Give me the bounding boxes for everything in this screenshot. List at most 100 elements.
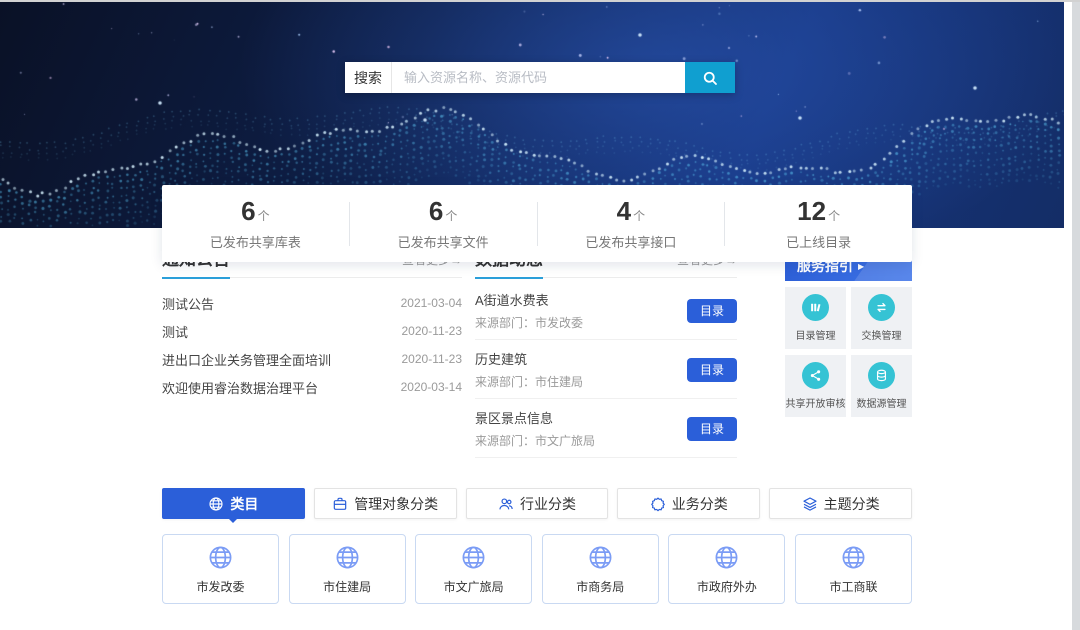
service-guide-grid: 目录管理 交换管理 共享开放审核 (785, 287, 912, 417)
catalog-button[interactable]: 目录 (687, 358, 737, 382)
globe-icon (460, 544, 487, 571)
service-label: 共享开放审核 (786, 395, 846, 410)
window-top-border (0, 0, 1080, 2)
globe-icon (207, 544, 234, 571)
globe-icon (713, 544, 740, 571)
notice-date: 2020-11-23 (402, 324, 463, 338)
dept-label: 市商务局 (576, 578, 624, 595)
dept-card-wenguanglvju[interactable]: 市文广旅局 (415, 534, 532, 604)
dept-label: 市政府外办 (697, 578, 757, 595)
stat-shared-tables: 6个 已发布共享库表 (162, 185, 349, 262)
stats-summary-card: 6个 已发布共享库表 6个 已发布共享文件 4个 已发布共享接口 12个 已上线… (162, 185, 912, 262)
tab-label: 主题分类 (824, 494, 880, 514)
update-title: 景区景点信息 (475, 408, 595, 427)
stat-value: 6 (241, 196, 255, 227)
tab-business[interactable]: 业务分类 (617, 488, 760, 519)
tab-label: 行业分类 (520, 494, 576, 514)
search-button[interactable] (685, 62, 735, 93)
stat-label: 已发布共享文件 (398, 232, 489, 251)
catalog-button[interactable]: 目录 (687, 417, 737, 441)
layers-icon (802, 496, 818, 512)
stat-shared-apis: 4个 已发布共享接口 (538, 185, 725, 262)
swap-arrows-icon (868, 294, 895, 321)
list-item[interactable]: 进出口企业关务管理全面培训 2020-11-23 (162, 345, 462, 373)
globe-icon (334, 544, 361, 571)
dept-card-zhengfuwaiban[interactable]: 市政府外办 (668, 534, 785, 604)
search-input[interactable] (392, 62, 685, 93)
notice-title: 测试公告 (162, 294, 214, 313)
list-item: 景区景点信息 来源部门：市文广旅局 目录 (475, 399, 737, 458)
tab-label: 类目 (230, 494, 258, 514)
update-title: 历史建筑 (475, 349, 583, 368)
update-source: 来源部门：市发改委 (475, 314, 583, 331)
stat-unit: 个 (445, 207, 457, 224)
catalog-button[interactable]: 目录 (687, 299, 737, 323)
globe-icon (840, 544, 867, 571)
stat-value: 6 (429, 196, 443, 227)
service-tile-datasource-management[interactable]: 数据源管理 (851, 355, 912, 417)
stat-label: 已上线目录 (786, 232, 851, 251)
search-icon (701, 69, 719, 87)
stat-unit: 个 (828, 207, 840, 224)
globe-icon (208, 496, 224, 512)
database-icon (868, 362, 895, 389)
notice-date: 2021-03-04 (401, 296, 462, 310)
dept-card-zhujianju[interactable]: 市住建局 (289, 534, 406, 604)
tab-label: 业务分类 (672, 494, 728, 514)
stat-value: 12 (797, 196, 826, 227)
notice-date: 2020-03-14 (401, 380, 462, 394)
service-label: 数据源管理 (857, 395, 907, 410)
notice-date: 2020-11-23 (402, 352, 463, 366)
badge-icon (650, 496, 666, 512)
stat-label: 已发布共享库表 (210, 232, 301, 251)
list-item[interactable]: 测试公告 2021-03-04 (162, 289, 462, 317)
stat-shared-files: 6个 已发布共享文件 (350, 185, 537, 262)
dept-card-gongshanglian[interactable]: 市工商联 (795, 534, 912, 604)
service-tile-exchange-management[interactable]: 交换管理 (851, 287, 912, 349)
search-bar: 搜索 (345, 62, 735, 93)
dept-card-shangwuju[interactable]: 市商务局 (542, 534, 659, 604)
notice-title: 欢迎使用睿治数据治理平台 (162, 378, 318, 397)
update-source: 来源部门：市住建局 (475, 373, 583, 390)
list-item: A街道水费表 来源部门：市发改委 目录 (475, 281, 737, 340)
update-list: A街道水费表 来源部门：市发改委 目录 历史建筑 来源部门：市住建局 目录 景区… (475, 281, 737, 458)
service-tile-share-open-review[interactable]: 共享开放审核 (785, 355, 846, 417)
update-source: 来源部门：市文广旅局 (475, 432, 595, 449)
department-cards: 市发改委 市住建局 市文广旅局 市商务局 市政府外办 (162, 534, 912, 604)
tab-management-object[interactable]: 管理对象分类 (314, 488, 457, 519)
list-item[interactable]: 测试 2020-11-23 (162, 317, 462, 345)
notices-section: 通知公告 查看更多→ 测试公告 2021-03-04 测试 2020-11-23… (162, 251, 462, 458)
notice-title: 进出口企业关务管理全面培训 (162, 350, 331, 369)
briefcase-icon (332, 496, 348, 512)
dept-label: 市发改委 (196, 578, 244, 595)
vertical-scrollbar[interactable] (1072, 0, 1080, 630)
tab-theme[interactable]: 主题分类 (769, 488, 912, 519)
stat-value: 4 (617, 196, 631, 227)
tab-industry[interactable]: 行业分类 (466, 488, 609, 519)
stat-online-catalogs: 12个 已上线目录 (725, 185, 912, 262)
books-icon (802, 294, 829, 321)
share-icon (802, 362, 829, 389)
people-icon (498, 496, 514, 512)
search-label: 搜索 (345, 62, 392, 93)
main-content: 通知公告 查看更多→ 测试公告 2021-03-04 测试 2020-11-23… (162, 251, 912, 604)
tab-label: 管理对象分类 (354, 494, 438, 514)
data-updates-section: 数据动态 查看更多→ A街道水费表 来源部门：市发改委 目录 历史建筑 来源部门… (475, 251, 737, 458)
stat-unit: 个 (633, 207, 645, 224)
dept-label: 市工商联 (829, 578, 877, 595)
stat-label: 已发布共享接口 (585, 232, 676, 251)
dept-card-fagaiwei[interactable]: 市发改委 (162, 534, 279, 604)
list-item[interactable]: 欢迎使用睿治数据治理平台 2020-03-14 (162, 373, 462, 401)
arrow-right-icon: ▶ (858, 262, 864, 271)
dept-label: 市文广旅局 (444, 578, 504, 595)
service-label: 目录管理 (796, 327, 836, 342)
list-item: 历史建筑 来源部门：市住建局 目录 (475, 340, 737, 399)
dept-label: 市住建局 (323, 578, 371, 595)
service-guide-panel: 服务指引 ▶ 目录管理 交换管理 (785, 251, 912, 458)
globe-icon (587, 544, 614, 571)
notice-list: 测试公告 2021-03-04 测试 2020-11-23 进出口企业关务管理全… (162, 289, 462, 401)
notice-title: 测试 (162, 322, 188, 341)
update-title: A街道水费表 (475, 290, 583, 309)
tab-category[interactable]: 类目 (162, 488, 305, 519)
service-tile-catalog-management[interactable]: 目录管理 (785, 287, 846, 349)
